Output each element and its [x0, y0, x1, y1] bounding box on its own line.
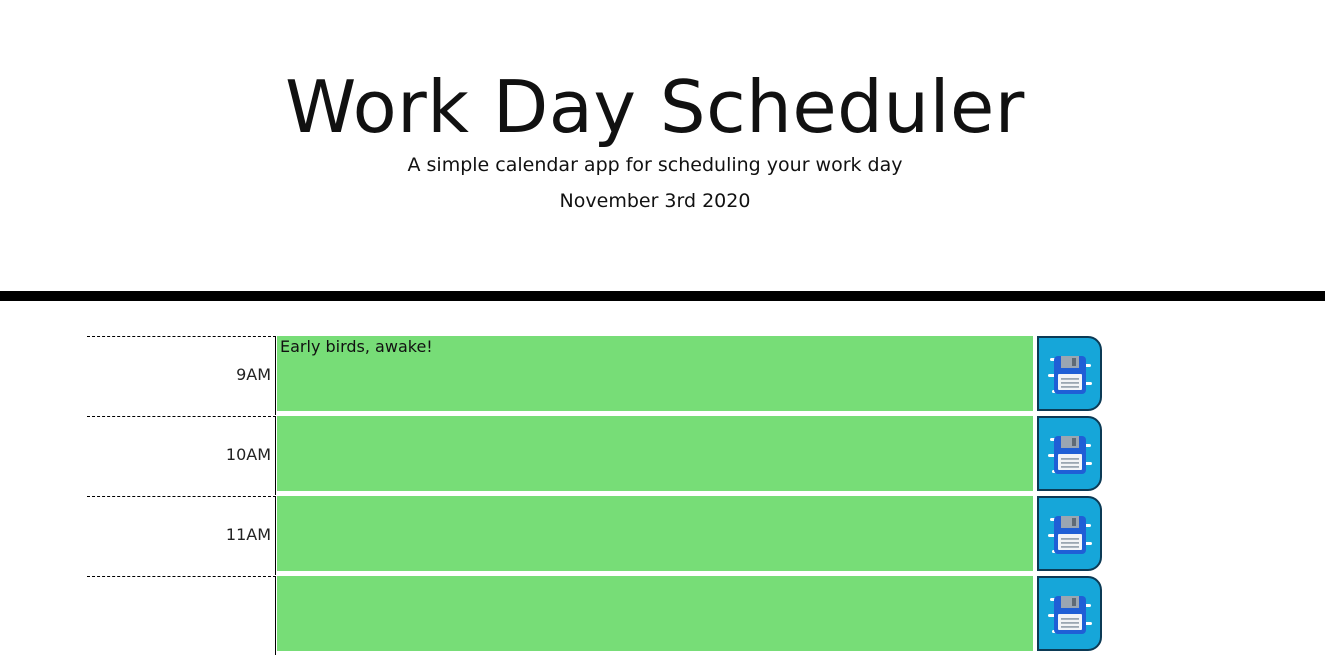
- hour-label: 9AM: [87, 336, 276, 415]
- hour-label: 11AM: [87, 496, 276, 575]
- current-date: November 3rd 2020: [559, 190, 751, 212]
- save-icon: [1044, 508, 1096, 560]
- header: Work Day Scheduler A simple calendar app…: [0, 0, 1325, 291]
- page-subtitle: A simple calendar app for scheduling you…: [407, 154, 903, 176]
- save-icon: [1044, 588, 1096, 640]
- page-title: Work Day Scheduler: [285, 65, 1025, 149]
- save-button[interactable]: [1037, 336, 1102, 411]
- time-block-row: 11AM: [0, 496, 1325, 576]
- event-textarea[interactable]: [277, 576, 1033, 651]
- hour-label: 10AM: [87, 416, 276, 495]
- save-button[interactable]: [1037, 416, 1102, 491]
- event-textarea[interactable]: Early birds, awake!: [277, 336, 1033, 411]
- time-block-row: [0, 576, 1325, 656]
- save-button[interactable]: [1037, 496, 1102, 571]
- save-icon: [1044, 348, 1096, 400]
- event-textarea[interactable]: [277, 496, 1033, 571]
- time-block-row: 9AM Early birds, awake!: [0, 336, 1325, 416]
- time-block-row: 10AM: [0, 416, 1325, 496]
- header-divider: [0, 291, 1325, 301]
- event-textarea[interactable]: [277, 416, 1033, 491]
- save-icon: [1044, 428, 1096, 480]
- hour-label: [87, 576, 276, 655]
- save-button[interactable]: [1037, 576, 1102, 651]
